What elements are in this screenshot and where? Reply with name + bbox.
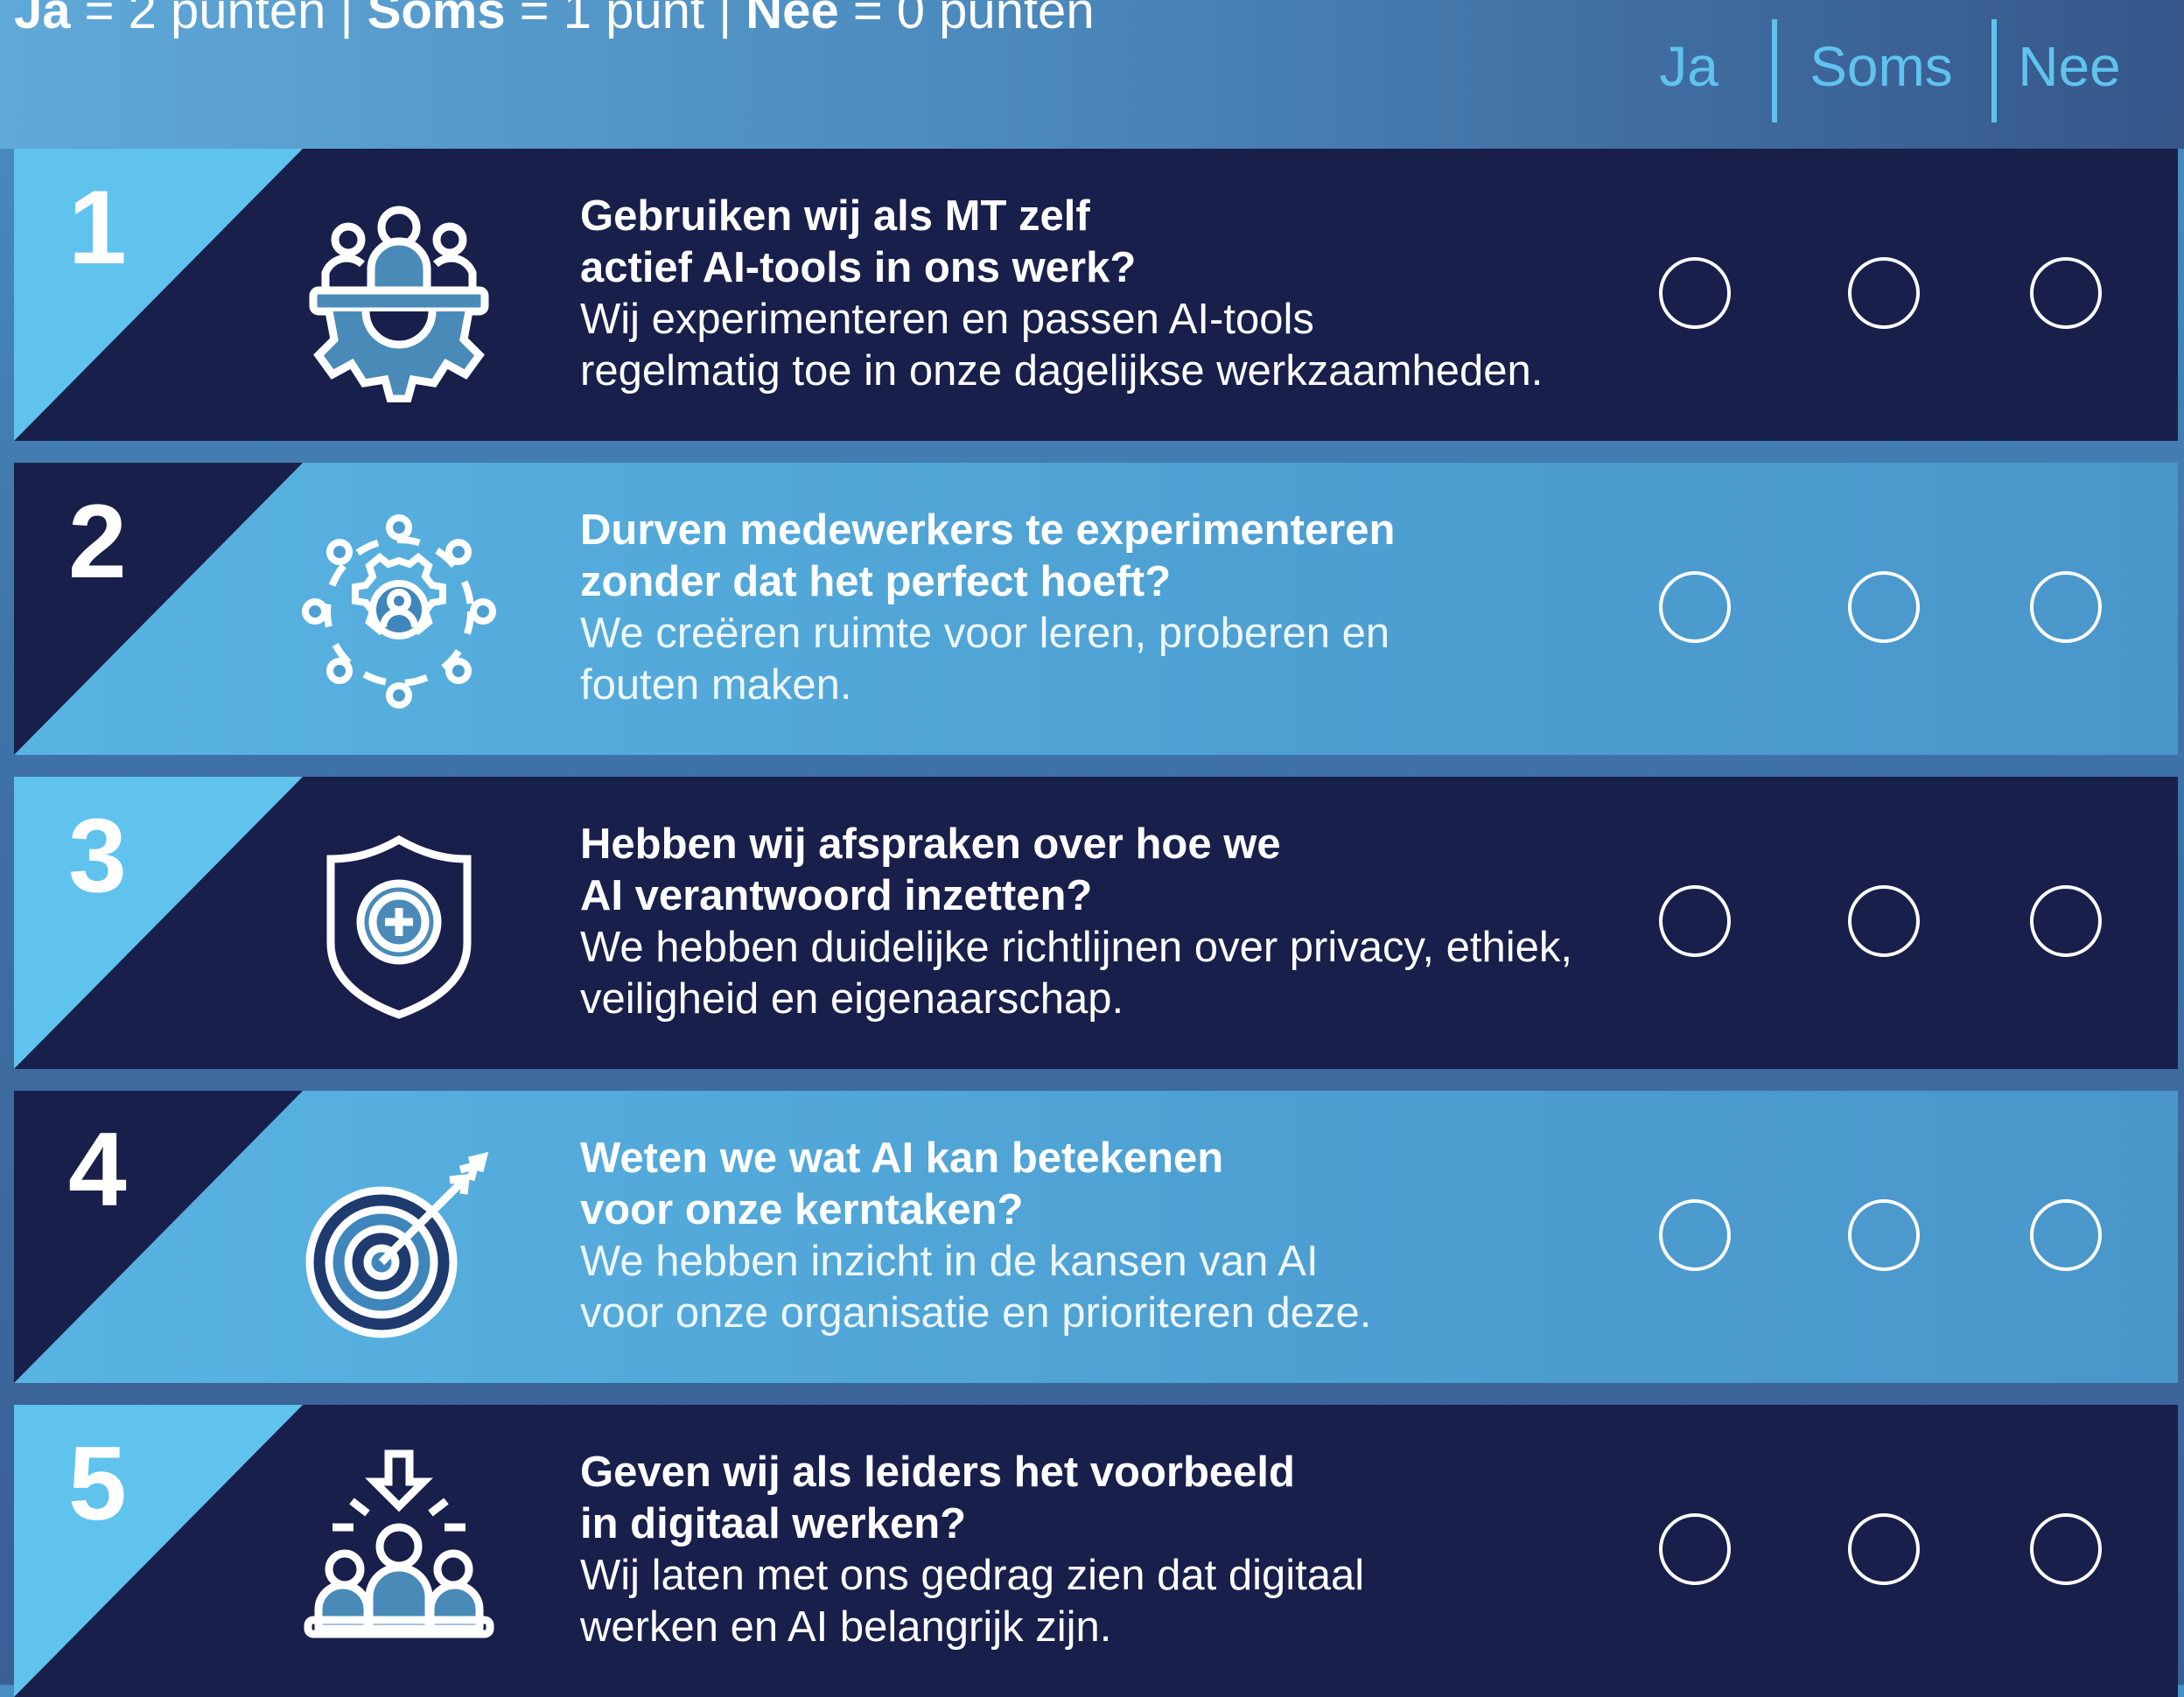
person-gear-network-icon bbox=[302, 514, 496, 709]
number-triangle bbox=[14, 149, 303, 441]
question-text: Durven medewerkers te experimenteren zon… bbox=[580, 505, 1613, 711]
legend-ja-value: = 2 punten | bbox=[70, 0, 368, 39]
radio-ja[interactable] bbox=[1659, 1199, 1731, 1271]
question-description-line: voor onze organisatie en prioriteren dez… bbox=[580, 1289, 1372, 1337]
question-number: 3 bbox=[68, 797, 127, 914]
radio-nee[interactable] bbox=[2030, 1513, 2102, 1585]
legend-nee-value: = 0 punten bbox=[838, 0, 1095, 39]
question-description-line: Wij laten met ons gedrag zien dat digita… bbox=[580, 1552, 1365, 1599]
question-row-3: 3 Hebben wij afspraken over hoe we AI ve… bbox=[14, 777, 2178, 1069]
question-title-line: Hebben wij afspraken over hoe we bbox=[580, 821, 1281, 868]
column-header-soms: Soms bbox=[1810, 35, 1953, 98]
question-row-4: 4 Weten we wat AI kan betekenen voor onz… bbox=[14, 1091, 2178, 1383]
legend-soms-value: = 1 punt | bbox=[505, 0, 746, 39]
column-separator bbox=[1772, 19, 1777, 122]
radio-ja[interactable] bbox=[1659, 1513, 1731, 1585]
question-title-line: Weten we wat AI kan betekenen bbox=[580, 1135, 1224, 1182]
radio-soms[interactable] bbox=[1848, 571, 1920, 643]
question-number: 5 bbox=[68, 1425, 127, 1542]
leader-team-icon bbox=[304, 1449, 494, 1638]
number-triangle bbox=[14, 1405, 303, 1697]
radio-ja[interactable] bbox=[1659, 571, 1731, 643]
scoring-legend: Ja = 2 punten | Soms = 1 punt | Nee = 0 … bbox=[14, 0, 1095, 42]
question-number: 1 bbox=[68, 169, 127, 286]
radio-nee[interactable] bbox=[2030, 257, 2102, 329]
legend-ja: Ja bbox=[14, 0, 71, 39]
question-description-line: veiligheid en eigenaarschap. bbox=[580, 975, 1124, 1023]
column-header-nee: Nee bbox=[2018, 35, 2121, 98]
question-description-line: fouten maken. bbox=[580, 661, 852, 709]
legend-soms: Soms bbox=[367, 0, 506, 39]
question-description-line: werken en AI belangrijk zijn. bbox=[580, 1603, 1112, 1651]
radio-soms[interactable] bbox=[1848, 257, 1920, 329]
radio-nee[interactable] bbox=[2030, 571, 2102, 643]
question-number: 4 bbox=[68, 1111, 127, 1228]
question-text: Weten we wat AI kan betekenen voor onze … bbox=[580, 1133, 1613, 1339]
column-header-ja: Ja bbox=[1659, 35, 1718, 98]
question-row-5: 5 Geven wij als leiders het voorbeeld in… bbox=[14, 1405, 2178, 1697]
question-description-line: We hebben inzicht in de kansen van AI bbox=[580, 1238, 1319, 1285]
target-arrow-icon bbox=[305, 1151, 489, 1338]
question-text: Geven wij als leiders het voorbeeld in d… bbox=[580, 1447, 1613, 1653]
question-title-line: in digitaal werken? bbox=[580, 1500, 967, 1547]
question-title-line: Durven medewerkers te experimenteren bbox=[580, 506, 1396, 554]
number-triangle bbox=[14, 777, 303, 1069]
question-title-line: voor onze kerntaken? bbox=[580, 1186, 1024, 1233]
radio-ja[interactable] bbox=[1659, 885, 1731, 957]
radio-soms[interactable] bbox=[1848, 885, 1920, 957]
question-title-line: actief AI-tools in ons werk? bbox=[580, 244, 1137, 291]
column-separator bbox=[1992, 19, 1997, 122]
question-title-line: Gebruiken wij als MT zelf bbox=[580, 192, 1090, 240]
question-row-2: 2 Durven medewerkers te experimenteren z… bbox=[14, 463, 2178, 755]
radio-soms[interactable] bbox=[1848, 1513, 1920, 1585]
question-number: 2 bbox=[68, 483, 127, 600]
question-description-line: Wij experimenteren en passen AI-tools bbox=[580, 296, 1314, 343]
question-row-1: 1 Gebruiken wij als MT zelf actief AI-to… bbox=[14, 149, 2178, 441]
radio-nee[interactable] bbox=[2030, 885, 2102, 957]
question-text: Hebben wij afspraken over hoe we AI vera… bbox=[580, 819, 1613, 1025]
radio-ja[interactable] bbox=[1659, 257, 1731, 329]
question-text: Gebruiken wij als MT zelf actief AI-tool… bbox=[580, 191, 1613, 397]
question-description-line: We creëren ruimte voor leren, proberen e… bbox=[580, 610, 1390, 657]
question-title-line: AI verantwoord inzetten? bbox=[580, 872, 1093, 919]
team-gear-icon bbox=[309, 206, 489, 402]
question-title-line: Geven wij als leiders het voorbeeld bbox=[580, 1449, 1295, 1496]
question-title-line: zonder dat het perfect hoeft? bbox=[580, 558, 1172, 605]
shield-plus-icon bbox=[326, 835, 472, 1019]
question-description-line: regelmatig toe in onze dagelijkse werkza… bbox=[580, 347, 1544, 395]
legend-nee: Nee bbox=[746, 0, 839, 39]
radio-nee[interactable] bbox=[2030, 1199, 2102, 1271]
question-description-line: We hebben duidelijke richtlijnen over pr… bbox=[580, 924, 1572, 971]
radio-soms[interactable] bbox=[1848, 1199, 1920, 1271]
number-triangle bbox=[14, 463, 303, 755]
number-triangle bbox=[14, 1091, 303, 1383]
